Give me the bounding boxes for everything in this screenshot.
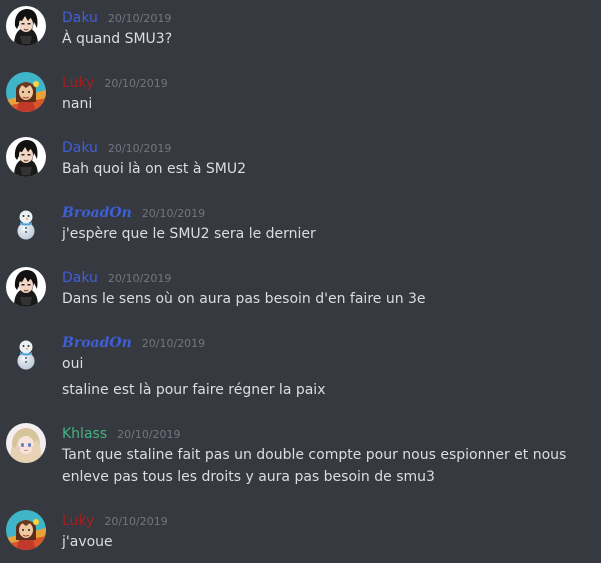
message-header: BroadOn 20/10/2019 <box>62 332 205 352</box>
message-text: Dans le sens où on aura pas besoin d'en … <box>62 291 426 307</box>
timestamp: 20/10/2019 <box>141 337 206 350</box>
message-text: oui <box>62 356 84 372</box>
message-header: BroadOn 20/10/2019 <box>62 202 205 222</box>
username[interactable]: BroadOn <box>62 205 132 221</box>
luky-avatar[interactable] <box>6 72 46 112</box>
message-text: nani <box>62 96 93 112</box>
daku-avatar[interactable] <box>6 137 46 177</box>
timestamp: 20/10/2019 <box>107 12 172 25</box>
message-header: Daku 20/10/2019 <box>62 7 171 27</box>
khlass-avatar[interactable] <box>6 423 46 463</box>
message-header: Daku 20/10/2019 <box>62 137 171 157</box>
message-header: Luky 20/10/2019 <box>62 510 168 530</box>
snowman-avatar[interactable] <box>6 332 46 372</box>
message-text: j'espère que le SMU2 sera le dernier <box>62 226 316 242</box>
snowman-avatar[interactable] <box>6 202 46 242</box>
message-header: Daku 20/10/2019 <box>62 267 171 287</box>
timestamp: 20/10/2019 <box>117 428 181 441</box>
message-text: j'avoue <box>62 534 113 550</box>
message-text: Bah quoi là on est à SMU2 <box>62 161 246 177</box>
username[interactable]: Luky <box>62 513 94 529</box>
timestamp: 20/10/2019 <box>107 272 172 285</box>
username[interactable]: Daku <box>62 270 98 286</box>
username[interactable]: Luky <box>62 75 94 91</box>
timestamp: 20/10/2019 <box>104 77 168 90</box>
username[interactable]: Daku <box>62 140 98 156</box>
timestamp: 20/10/2019 <box>107 142 172 155</box>
timestamp: 20/10/2019 <box>141 207 206 220</box>
daku-avatar[interactable] <box>6 267 46 307</box>
daku-avatar[interactable] <box>6 6 46 46</box>
username[interactable]: BroadOn <box>62 335 132 351</box>
message-header: Luky 20/10/2019 <box>62 72 168 92</box>
message-text: À quand SMU3? <box>62 31 173 47</box>
timestamp: 20/10/2019 <box>104 515 168 528</box>
message-text: staline est là pour faire régner la paix <box>62 382 326 398</box>
luky-avatar[interactable] <box>6 510 46 550</box>
username[interactable]: Khlass <box>62 426 107 442</box>
message-header: Khlass 20/10/2019 <box>62 423 181 443</box>
username[interactable]: Daku <box>62 10 98 26</box>
message-text: Tant que staline fait pas un double comp… <box>62 447 567 485</box>
